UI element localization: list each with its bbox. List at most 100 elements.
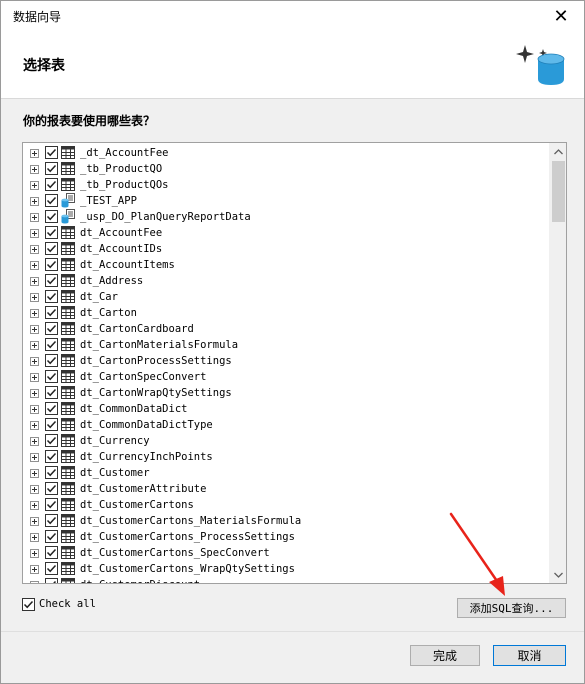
expand-icon[interactable] — [30, 437, 39, 446]
vertical-scrollbar[interactable] — [549, 143, 566, 583]
row-checkbox[interactable] — [45, 274, 58, 287]
table-row[interactable]: dt_CustomerCartons_SpecConvert — [23, 545, 549, 561]
row-checkbox[interactable] — [45, 530, 58, 543]
row-checkbox[interactable] — [45, 290, 58, 303]
table-row[interactable]: dt_Address — [23, 273, 549, 289]
expand-icon[interactable] — [30, 421, 39, 430]
scroll-thumb[interactable] — [552, 161, 565, 222]
row-checkbox[interactable] — [45, 178, 58, 191]
row-checkbox[interactable] — [45, 210, 58, 223]
expand-icon[interactable] — [30, 533, 39, 542]
table-row[interactable]: _tb_ProductQO — [23, 161, 549, 177]
expand-icon[interactable] — [30, 357, 39, 366]
table-row[interactable]: dt_CartonSpecConvert — [23, 369, 549, 385]
row-checkbox[interactable] — [45, 386, 58, 399]
row-checkbox[interactable] — [45, 322, 58, 335]
expand-icon[interactable] — [30, 453, 39, 462]
expand-icon[interactable] — [30, 229, 39, 238]
checkmark-icon — [46, 404, 57, 413]
table-row[interactable]: dt_CustomerDiscount — [23, 577, 549, 583]
row-checkbox[interactable] — [45, 338, 58, 351]
chevron-down-icon — [554, 572, 563, 578]
expand-icon[interactable] — [30, 549, 39, 558]
row-checkbox[interactable] — [45, 450, 58, 463]
expand-icon[interactable] — [30, 517, 39, 526]
table-row[interactable]: dt_CartonWrapQtySettings — [23, 385, 549, 401]
row-checkbox[interactable] — [45, 514, 58, 527]
finish-button[interactable]: 完成 — [410, 645, 480, 666]
expand-icon[interactable] — [30, 405, 39, 414]
close-button[interactable]: ✕ — [538, 1, 584, 31]
expand-icon[interactable] — [30, 181, 39, 190]
row-checkbox[interactable] — [45, 226, 58, 239]
row-checkbox[interactable] — [45, 402, 58, 415]
table-row[interactable]: _dt_AccountFee — [23, 145, 549, 161]
row-checkbox[interactable] — [45, 578, 58, 583]
row-checkbox[interactable] — [45, 162, 58, 175]
row-checkbox[interactable] — [45, 562, 58, 575]
expand-icon[interactable] — [30, 277, 39, 286]
table-row[interactable]: dt_Carton — [23, 305, 549, 321]
table-row[interactable]: dt_CustomerCartons_WrapQtySettings — [23, 561, 549, 577]
row-checkbox[interactable] — [45, 354, 58, 367]
table-row[interactable]: dt_CustomerAttribute — [23, 481, 549, 497]
expand-icon[interactable] — [30, 389, 39, 398]
table-row[interactable]: dt_CustomerCartons_MaterialsFormula — [23, 513, 549, 529]
table-row[interactable]: dt_Customer — [23, 465, 549, 481]
table-row[interactable]: dt_Car — [23, 289, 549, 305]
table-row[interactable]: dt_CurrencyInchPoints — [23, 449, 549, 465]
expand-icon[interactable] — [30, 309, 39, 318]
table-row[interactable]: dt_CartonCardboard — [23, 321, 549, 337]
row-checkbox[interactable] — [45, 418, 58, 431]
table-tree-list[interactable]: _dt_AccountFee _tb_ProductQO _tb_ProductQO… — [22, 142, 567, 584]
table-row[interactable]: dt_CartonMaterialsFormula — [23, 337, 549, 353]
table-row[interactable]: dt_AccountItems — [23, 257, 549, 273]
table-name-label: dt_CartonCardboard — [80, 323, 194, 335]
expand-icon[interactable] — [30, 165, 39, 174]
expand-icon[interactable] — [30, 373, 39, 382]
table-row[interactable]: dt_CartonProcessSettings — [23, 353, 549, 369]
row-checkbox[interactable] — [45, 498, 58, 511]
table-row[interactable]: _usp_DO_PlanQueryReportData — [23, 209, 549, 225]
table-row[interactable]: _TEST_APP — [23, 193, 549, 209]
row-checkbox[interactable] — [45, 194, 58, 207]
table-row[interactable]: dt_CustomerCartons_ProcessSettings — [23, 529, 549, 545]
row-checkbox[interactable] — [45, 242, 58, 255]
row-checkbox[interactable] — [45, 546, 58, 559]
table-name-label: _usp_DO_PlanQueryReportData — [80, 211, 251, 223]
expand-icon[interactable] — [30, 581, 39, 583]
scroll-up-button[interactable] — [550, 143, 566, 160]
expand-icon[interactable] — [30, 261, 39, 270]
expand-icon[interactable] — [30, 341, 39, 350]
table-row[interactable]: dt_CustomerCartons — [23, 497, 549, 513]
expand-icon[interactable] — [30, 501, 39, 510]
table-row[interactable]: dt_Currency — [23, 433, 549, 449]
table-row[interactable]: dt_AccountFee — [23, 225, 549, 241]
expand-icon[interactable] — [30, 469, 39, 478]
row-checkbox[interactable] — [45, 306, 58, 319]
expand-icon[interactable] — [30, 565, 39, 574]
table-icon — [61, 578, 75, 583]
table-row[interactable]: dt_AccountIDs — [23, 241, 549, 257]
row-checkbox[interactable] — [45, 482, 58, 495]
cancel-button[interactable]: 取消 — [493, 645, 566, 666]
expand-icon[interactable] — [30, 149, 39, 158]
row-checkbox[interactable] — [45, 370, 58, 383]
checkbox-box[interactable] — [22, 598, 35, 611]
row-checkbox[interactable] — [45, 258, 58, 271]
table-row[interactable]: dt_CommonDataDictType — [23, 417, 549, 433]
expand-icon[interactable] — [30, 325, 39, 334]
expand-icon[interactable] — [30, 245, 39, 254]
expand-icon[interactable] — [30, 485, 39, 494]
row-checkbox[interactable] — [45, 466, 58, 479]
row-checkbox[interactable] — [45, 146, 58, 159]
expand-icon[interactable] — [30, 213, 39, 222]
scroll-down-button[interactable] — [550, 566, 566, 583]
table-row[interactable]: _tb_ProductQOs — [23, 177, 549, 193]
row-checkbox[interactable] — [45, 434, 58, 447]
table-row[interactable]: dt_CommonDataDict — [23, 401, 549, 417]
checkmark-icon — [46, 388, 57, 397]
expand-icon[interactable] — [30, 293, 39, 302]
expand-icon[interactable] — [30, 197, 39, 206]
add-sql-query-button[interactable]: 添加SQL查询... — [457, 598, 566, 618]
